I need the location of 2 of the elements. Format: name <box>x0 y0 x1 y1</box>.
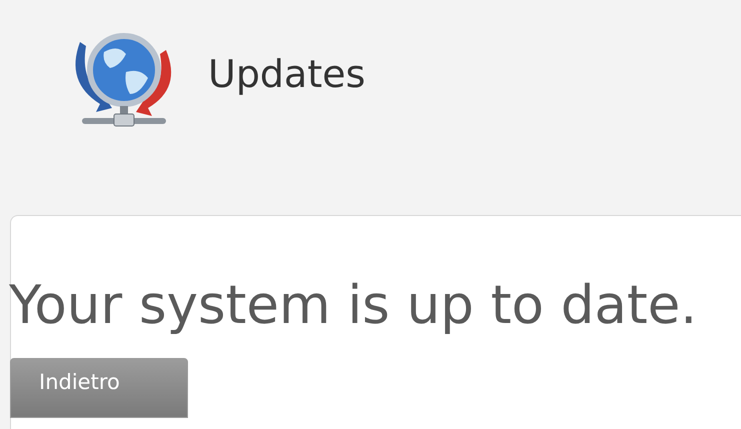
status-message: Your system is up to date. <box>9 274 698 338</box>
page-title: Updates <box>208 51 366 98</box>
